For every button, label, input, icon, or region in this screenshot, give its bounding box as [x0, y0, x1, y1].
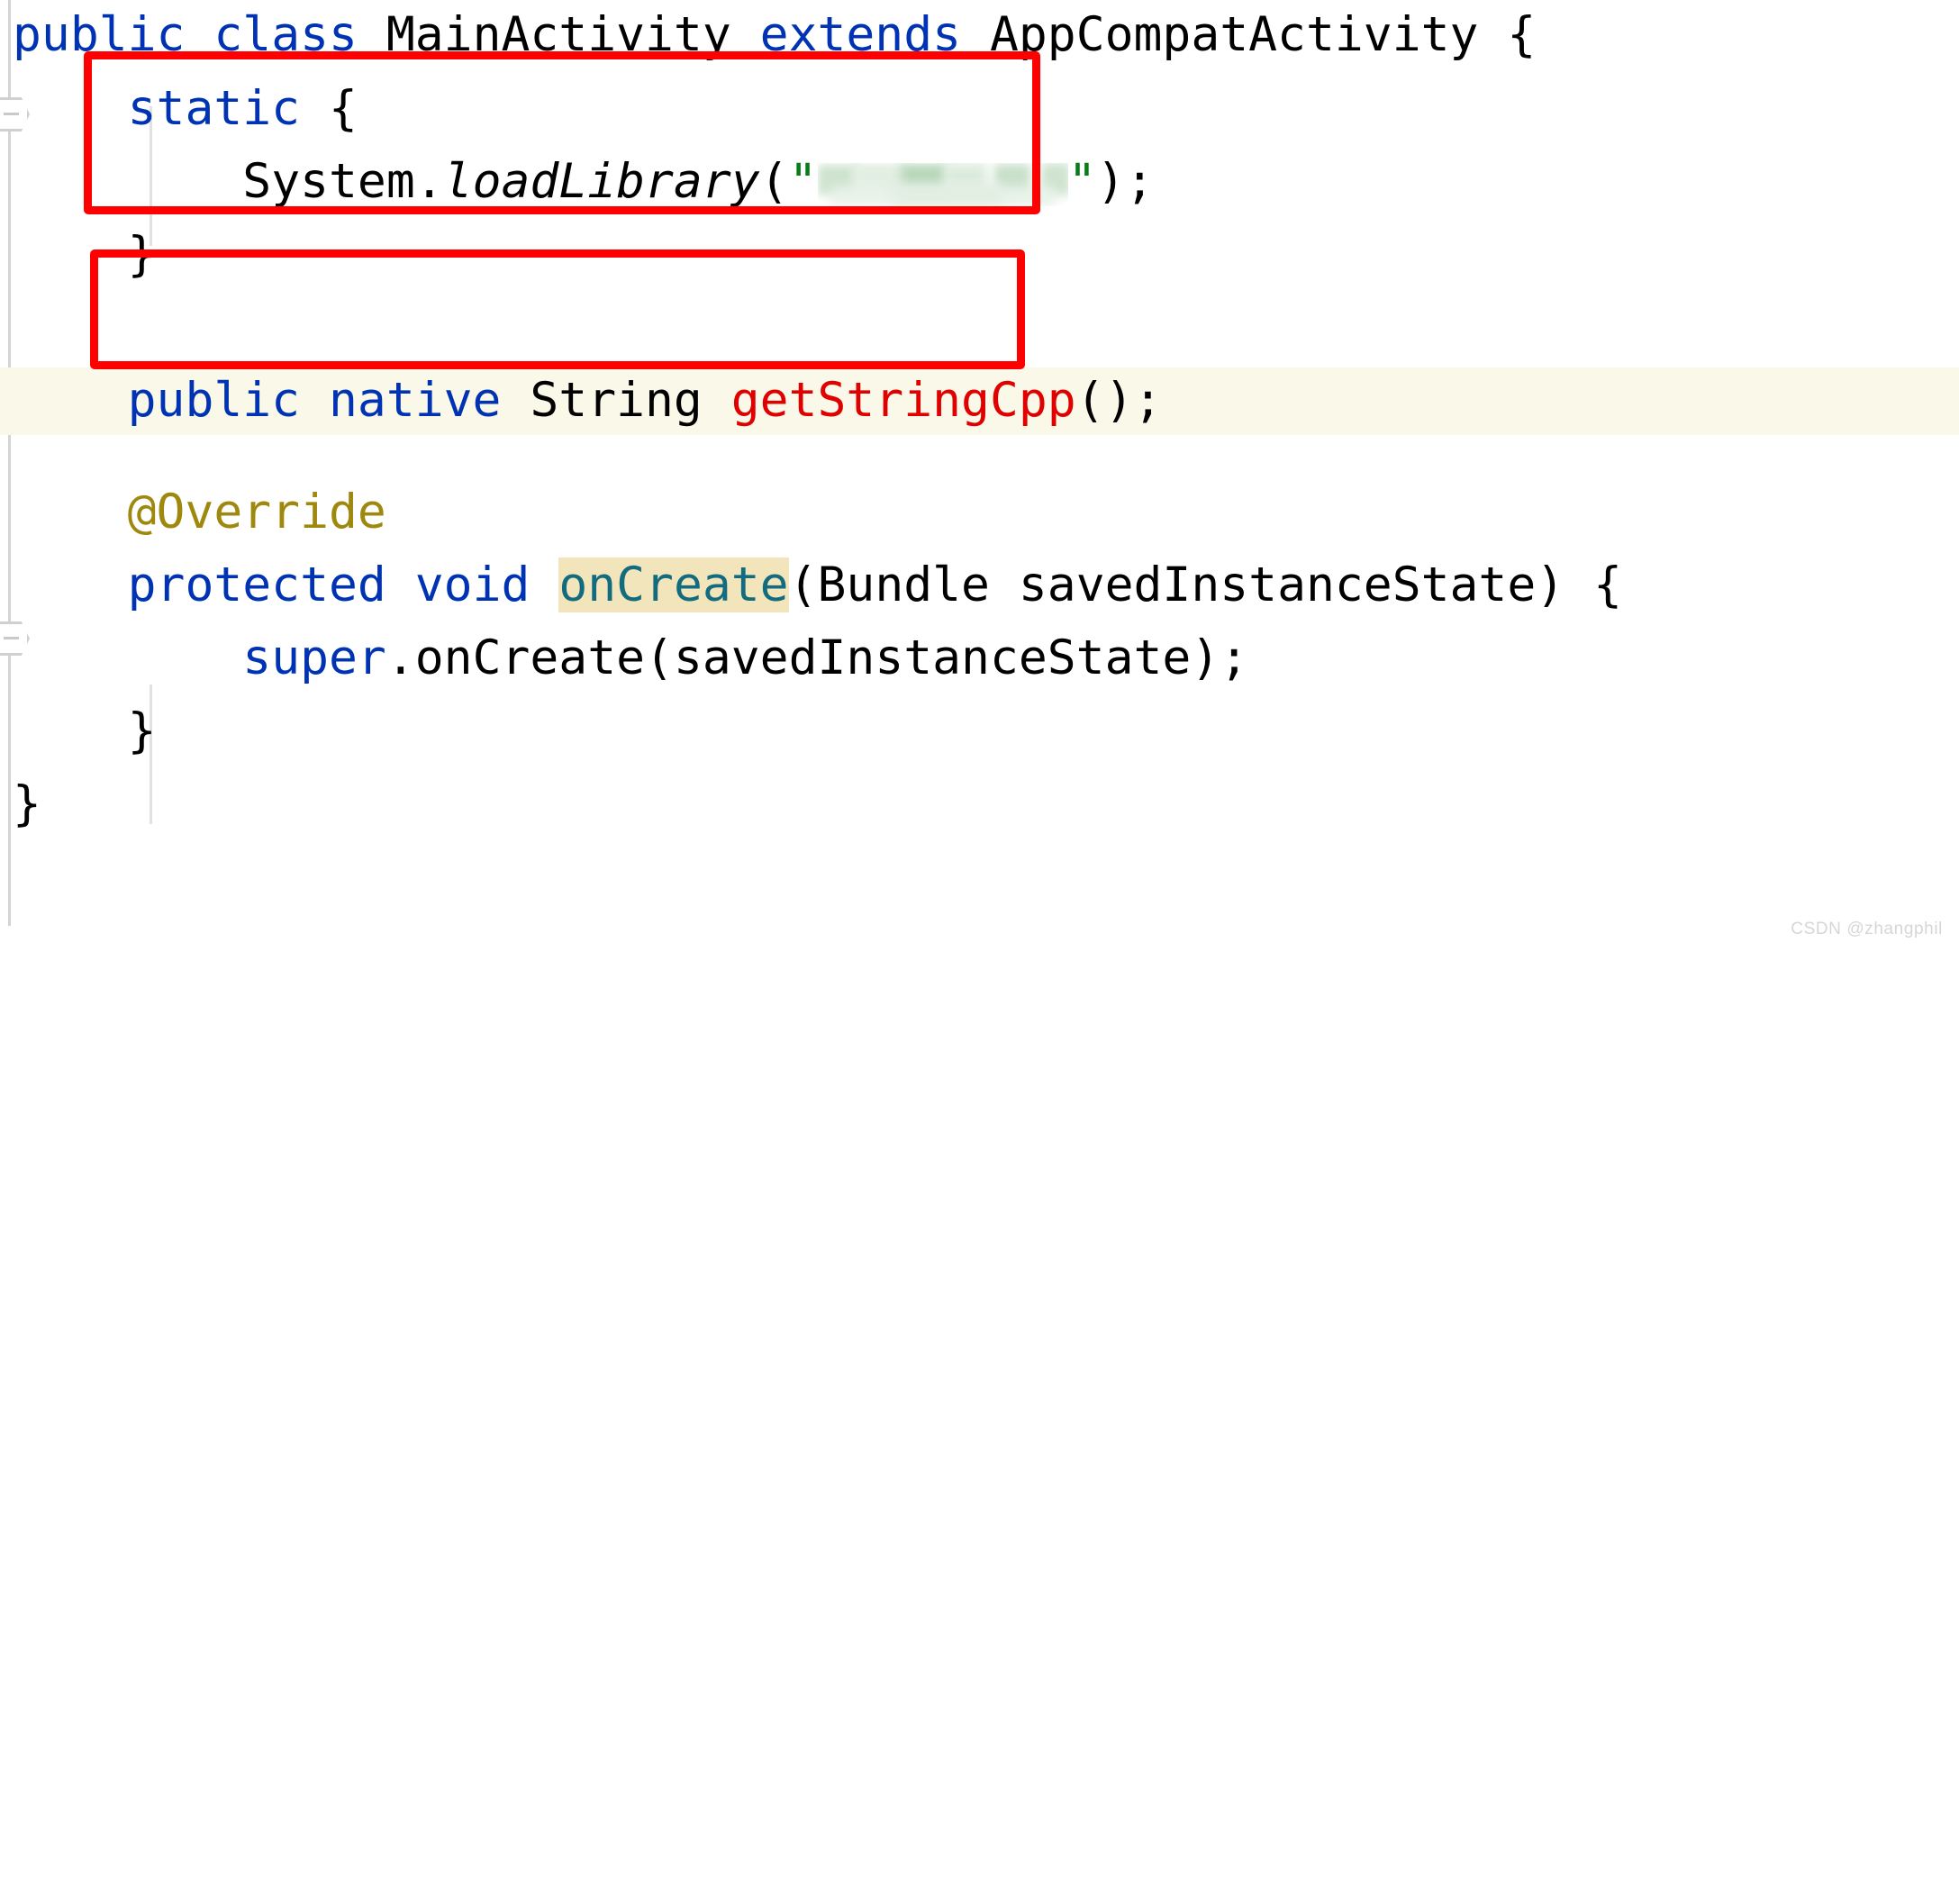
code-content[interactable]: public class MainActivity extends AppCom… [0, 0, 1959, 952]
sp [703, 373, 731, 428]
code-line-7-text: @Override [13, 476, 386, 549]
code-line-10-text: } [13, 694, 157, 767]
dot: . [385, 630, 415, 685]
open-brace: { [1478, 7, 1537, 62]
code-line-3-text: System.loadLibrary(" "); [13, 145, 1154, 218]
sp [731, 7, 760, 62]
code-line-2-text: static { [13, 72, 358, 145]
open-paren: ( [788, 558, 818, 612]
sp [530, 558, 558, 612]
method-oncreate-highlighted: onCreate [558, 558, 789, 612]
kw-void: void [414, 558, 531, 612]
csdn-watermark: CSDN @zhangphil [1791, 920, 1943, 938]
kw-native: native [329, 373, 502, 428]
kw-public: public [13, 7, 186, 62]
superclass-name: AppCompatActivity [989, 7, 1479, 62]
sp [386, 558, 415, 612]
close-brace: } [127, 227, 157, 282]
class-name: MainActivity [385, 7, 731, 62]
annotation-override: @Override [127, 485, 386, 539]
code-line-10[interactable]: } [0, 694, 1959, 767]
param-name-savedinstancestate: savedInstanceState [1018, 558, 1537, 612]
code-line-9-text: super.onCreate(savedInstanceState); [13, 621, 1248, 694]
method-getstringcpp: getStringCpp [730, 373, 1076, 428]
arg-savedinstancestate: savedInstanceState [673, 630, 1192, 685]
kw-super: super [242, 630, 386, 685]
code-line-8[interactable]: protected void onCreate(Bundle savedInst… [0, 549, 1959, 621]
close-paren-brace: ) { [1536, 558, 1622, 612]
close-brace: } [127, 703, 157, 758]
close-paren-semicolon: ); [1191, 630, 1249, 685]
open-brace: { [300, 81, 358, 136]
kw-static: static [127, 81, 301, 136]
close-brace-class: } [13, 776, 41, 831]
code-line-6-text: public native String getStringCpp(); [13, 364, 1163, 437]
code-line-1-text: public class MainActivity extends AppCom… [13, 0, 1536, 71]
code-editor[interactable]: public class MainActivity extends AppCom… [0, 0, 1959, 952]
kw-class: class [213, 7, 358, 62]
code-line-11-text: } [13, 767, 41, 840]
sp [358, 7, 386, 62]
param-type-bundle: Bundle [817, 558, 990, 612]
code-line-9[interactable]: super.onCreate(savedInstanceState); [0, 621, 1959, 694]
method-oncreate-call: onCreate [414, 630, 646, 685]
sp [185, 7, 213, 62]
sp [501, 373, 530, 428]
sp [961, 7, 990, 62]
kw-extends: extends [759, 7, 962, 62]
string-quote-close: " [1067, 154, 1097, 209]
return-type-string: String [530, 373, 703, 428]
string-quote-open: " [788, 154, 818, 209]
method-tail: (); [1075, 373, 1163, 428]
redacted-library-name [817, 163, 1068, 206]
receiver-system: System. [242, 154, 444, 209]
code-line-7[interactable]: @Override [0, 476, 1959, 549]
sp [300, 373, 329, 428]
open-paren: ( [759, 154, 789, 209]
code-line-6[interactable]: public native String getStringCpp(); [0, 364, 1959, 437]
kw-protected: protected [127, 558, 386, 612]
code-line-8-text: protected void onCreate(Bundle savedInst… [13, 549, 1622, 621]
sp [990, 558, 1019, 612]
code-line-11[interactable]: } [0, 767, 1959, 840]
open-paren: ( [645, 630, 674, 685]
code-line-3[interactable]: System.loadLibrary(" "); [0, 145, 1959, 218]
code-line-4-text: } [13, 218, 157, 291]
code-line-2[interactable]: static { [0, 72, 1959, 145]
code-line-4[interactable]: } [0, 218, 1959, 291]
close-paren-semicolon: ); [1096, 154, 1155, 209]
kw-public: public [127, 373, 301, 428]
code-line-1[interactable]: public class MainActivity extends AppCom… [0, 0, 1959, 71]
code-line-5-blank[interactable] [0, 291, 1959, 364]
method-loadlibrary: loadLibrary [443, 154, 760, 209]
